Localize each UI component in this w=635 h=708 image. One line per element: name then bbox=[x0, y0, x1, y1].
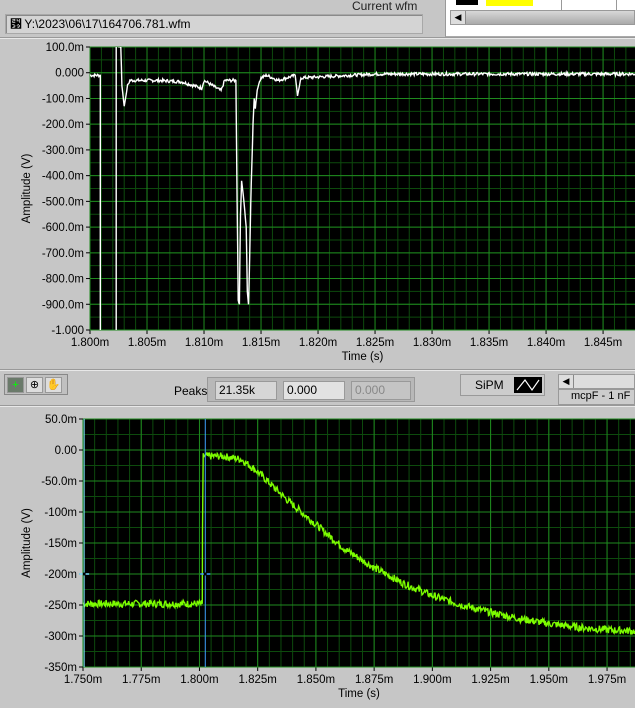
x-tick-label: 1.975m bbox=[588, 674, 626, 686]
x-tick-label: 1.825m bbox=[239, 674, 277, 686]
x-tick-label: 1.820m bbox=[299, 337, 337, 349]
y-tick-label: -250m bbox=[44, 600, 77, 612]
table-column-divider bbox=[561, 0, 562, 10]
current-wfm-label: Current wfm bbox=[352, 0, 418, 13]
legend-entry[interactable]: mcpF - 1 nF bbox=[558, 389, 635, 405]
y-tick-label: -100m bbox=[44, 507, 77, 519]
value-field-2[interactable]: 0.000 bbox=[283, 381, 345, 400]
y-tick-label: -300.0m bbox=[42, 145, 84, 157]
peaks-label: Peaks bbox=[174, 384, 208, 398]
y-tick-label: -350m bbox=[44, 662, 77, 674]
x-tick-label: 1.830m bbox=[413, 337, 451, 349]
x-tick-label: 1.875m bbox=[355, 674, 393, 686]
x-tick-label: 1.800m bbox=[180, 674, 218, 686]
file-path-field[interactable]: ␹ Y:\2023\06\17\164706.781.wfm bbox=[5, 14, 423, 34]
x-tick-label: 1.925m bbox=[471, 674, 509, 686]
x-tick-label: 1.805m bbox=[128, 337, 166, 349]
x-tick-label: 1.800m bbox=[71, 337, 109, 349]
x-axis-label: Time (s) bbox=[342, 351, 384, 363]
x-tick-label: 1.750m bbox=[64, 674, 102, 686]
x-tick-label: 1.845m bbox=[584, 337, 622, 349]
pan-hand-icon[interactable]: ✋ bbox=[45, 377, 62, 393]
x-axis-label: Time (s) bbox=[338, 688, 380, 700]
y-tick-label: 50.0m bbox=[45, 414, 77, 426]
cursor-point bbox=[203, 572, 207, 576]
legend-scrollbar[interactable]: ◀ bbox=[558, 374, 635, 389]
y-tick-label: -900.0m bbox=[42, 299, 84, 311]
table-color-swatch bbox=[456, 0, 478, 5]
line-style-icon bbox=[514, 377, 542, 393]
x-tick-label: 1.835m bbox=[470, 337, 508, 349]
y-tick-label: -150m bbox=[44, 538, 77, 550]
y-tick-label: 0.000 bbox=[55, 68, 84, 80]
zoom-tool-icon[interactable]: ⊕ bbox=[26, 377, 43, 393]
peaks-value-field[interactable]: 21.35k bbox=[215, 381, 277, 400]
x-tick-label: 1.950m bbox=[530, 674, 568, 686]
cursor-point bbox=[82, 572, 86, 576]
table-cell-highlight bbox=[486, 0, 533, 6]
x-tick-label: 1.840m bbox=[527, 337, 565, 349]
y-tick-label: 0.00 bbox=[55, 445, 77, 457]
amplitude-graph-bottom[interactable]: 1.750m 1.775m 1.800m 1.825m 1.850m 1.875m 1.90… bbox=[0, 407, 635, 708]
y-tick-label: -50.0m bbox=[41, 476, 77, 488]
divider bbox=[0, 369, 635, 371]
sipm-label: SiPM bbox=[475, 378, 504, 392]
sipm-plot-legend[interactable]: SiPM bbox=[460, 374, 545, 396]
y-tick-label: -800.0m bbox=[42, 274, 84, 286]
table-scrollbar[interactable]: ◀ bbox=[450, 10, 635, 25]
x-tick-label: 1.850m bbox=[297, 674, 335, 686]
y-tick-label: -700.0m bbox=[42, 248, 84, 260]
x-tick-label: 1.815m bbox=[242, 337, 280, 349]
y-tick-label: -500.0m bbox=[42, 196, 84, 208]
amplitude-graph-top[interactable]: 1.800m 1.805m 1.810m 1.815m 1.820m 1.825m 1.83… bbox=[0, 40, 635, 370]
y-tick-label: -200m bbox=[44, 569, 77, 581]
x-tick-label: 1.825m bbox=[356, 337, 394, 349]
y-tick-label: -200.0m bbox=[42, 119, 84, 131]
table-column-divider bbox=[616, 0, 617, 10]
graph-palette: + ⊕ ✋ bbox=[4, 374, 68, 395]
y-tick-label: -600.0m bbox=[42, 222, 84, 234]
y-tick-label: -1.000 bbox=[51, 325, 84, 337]
divider bbox=[0, 37, 635, 39]
cursor-tool-icon[interactable]: + bbox=[7, 377, 24, 393]
y-axis-label: Amplitude (V) bbox=[21, 154, 33, 224]
file-icon: ␹ bbox=[10, 17, 25, 31]
value-field-3: 0.000 bbox=[351, 381, 411, 400]
scroll-left-icon[interactable]: ◀ bbox=[451, 11, 466, 24]
scroll-left-icon[interactable]: ◀ bbox=[559, 375, 574, 388]
x-tick-label: 1.900m bbox=[413, 674, 451, 686]
y-tick-label: 100.0m bbox=[46, 42, 84, 54]
y-axis-label: Amplitude (V) bbox=[21, 508, 33, 578]
file-path-text: Y:\2023\06\17\164706.781.wfm bbox=[24, 17, 191, 31]
y-tick-label: -400.0m bbox=[42, 171, 84, 183]
x-tick-label: 1.775m bbox=[122, 674, 160, 686]
x-tick-label: 1.810m bbox=[185, 337, 223, 349]
y-tick-label: -100.0m bbox=[42, 93, 84, 105]
y-tick-label: -300m bbox=[44, 631, 77, 643]
